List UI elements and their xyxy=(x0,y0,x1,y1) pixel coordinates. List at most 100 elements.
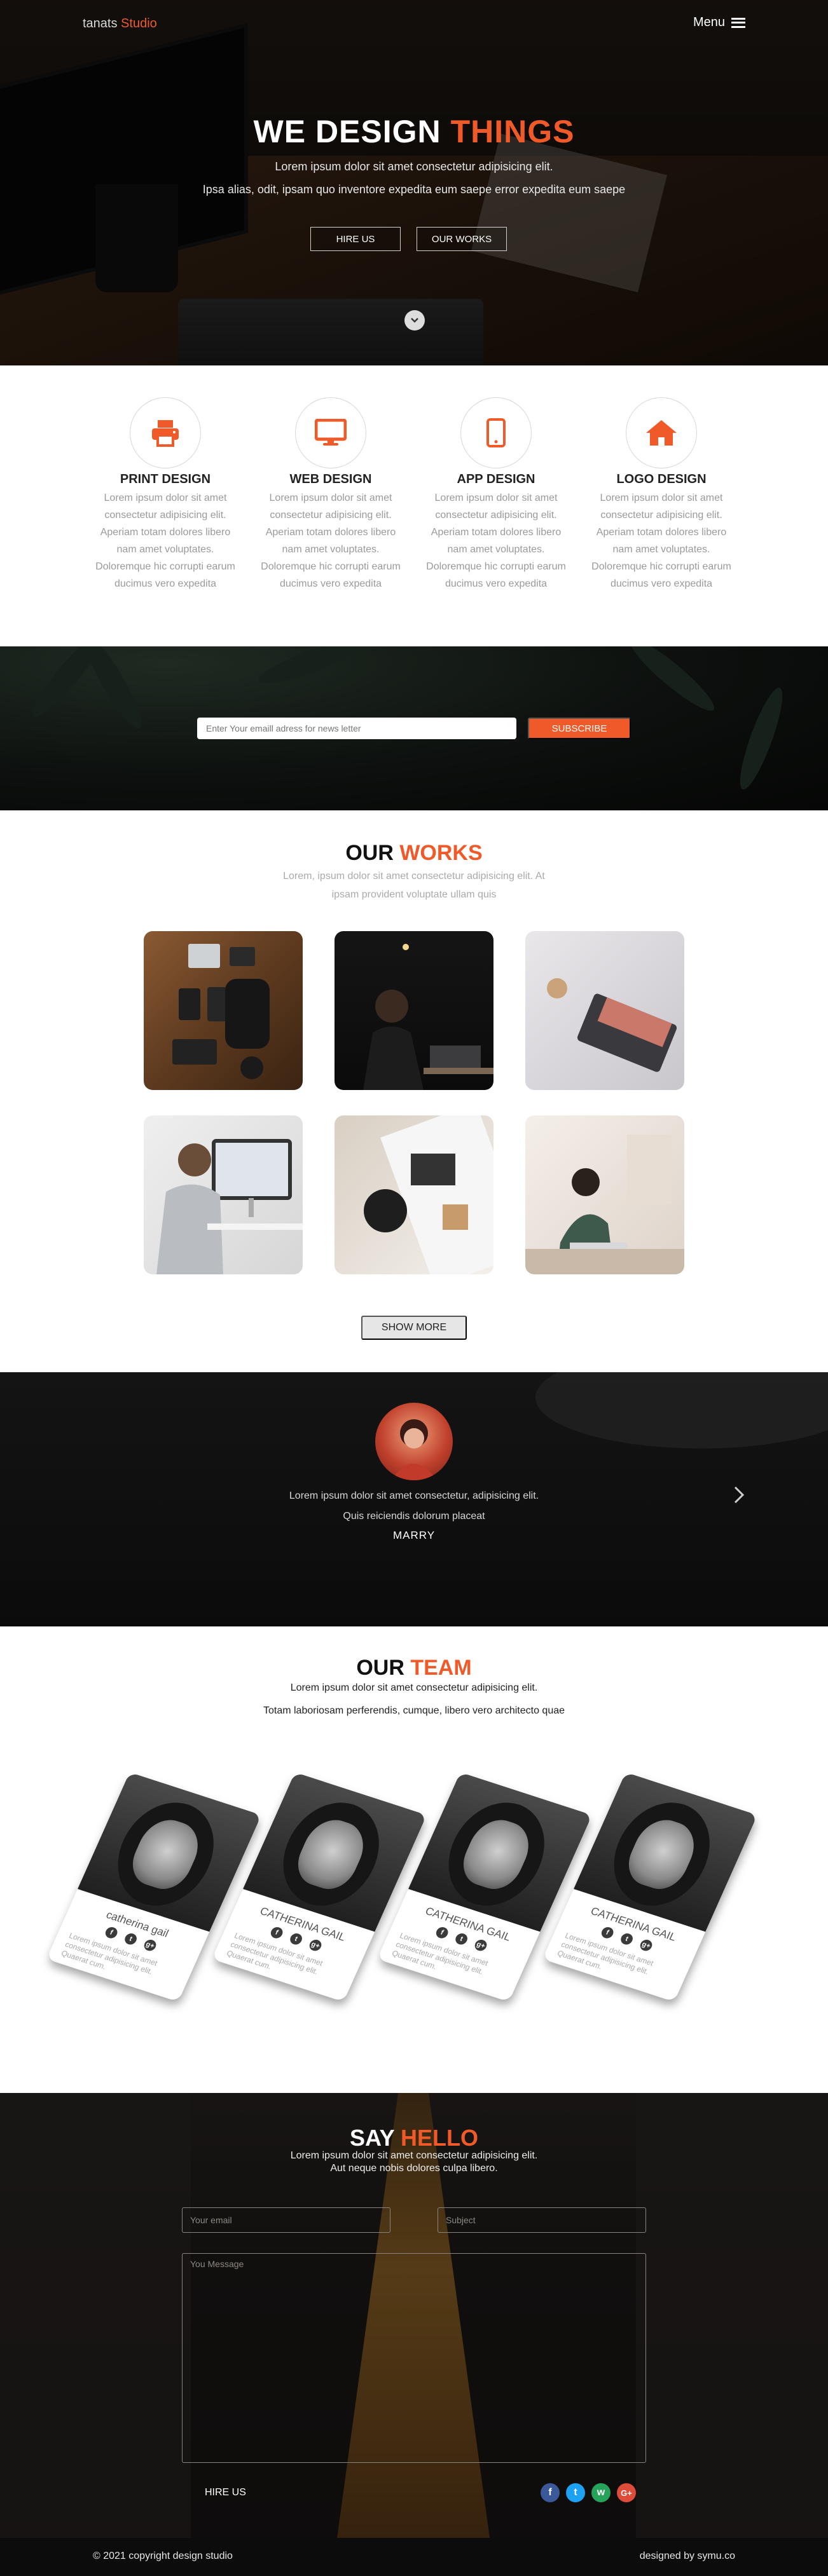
twitter-icon[interactable]: t xyxy=(566,2483,585,2502)
service-text: Lorem ipsum dolor sit amet consectetur a… xyxy=(426,493,566,589)
service-title: WEB DESIGN xyxy=(289,472,372,486)
works-subtitle-line2: ipsam provident voluptate ullam quis xyxy=(331,889,497,900)
google-plus-icon[interactable]: g+ xyxy=(638,1938,654,1952)
works-title: OUR WORKS xyxy=(0,841,828,866)
service-icon-circle xyxy=(130,397,201,468)
service-icon-circle xyxy=(295,397,366,468)
footer: © 2021 copyright design studio designed … xyxy=(0,2538,828,2576)
background-leaf xyxy=(623,646,721,718)
menu-button[interactable]: Menu xyxy=(693,15,745,30)
works-title-orange: WORKS xyxy=(399,841,483,865)
facebook-icon[interactable]: f xyxy=(599,1925,616,1940)
work-thumbnail-bed-laptop[interactable] xyxy=(525,931,684,1090)
google-plus-icon[interactable]: g+ xyxy=(473,1938,489,1952)
facebook-icon[interactable]: f xyxy=(434,1925,450,1940)
testimonial-avatar xyxy=(375,1403,453,1480)
contact-title-orange: HELLO xyxy=(401,2125,479,2151)
work-thumbnail-woman-laptop[interactable] xyxy=(335,931,493,1090)
work-thumbnail-woman-sofa[interactable] xyxy=(525,1115,684,1274)
testimonial-section: Lorem ipsum dolor sit amet consectetur, … xyxy=(0,1372,828,1626)
testimonial-quote-line1: Lorem ipsum dolor sit amet consectetur, … xyxy=(289,1490,539,1501)
hamburger-icon xyxy=(731,17,745,28)
team-card[interactable]: CATHERINA GAIL f t g+ Lorem ipsum dolor … xyxy=(376,1772,593,2002)
menu-label: Menu xyxy=(693,15,725,29)
brand-logo[interactable]: tanats Studio xyxy=(83,17,157,31)
whatsapp-icon[interactable]: w xyxy=(591,2483,611,2502)
service-logo-design: LOGO DESIGN Lorem ipsum dolor sit amet c… xyxy=(588,397,735,592)
subject-field[interactable] xyxy=(438,2207,646,2233)
social-links: f t w G+ xyxy=(541,2483,636,2502)
subscribe-button[interactable]: SUBSCRIBE xyxy=(528,718,631,739)
team-card[interactable]: catherina gail f t g+ Lorem ipsum dolor … xyxy=(46,1772,262,2002)
background-texture xyxy=(535,1372,828,1448)
copyright-text: © 2021 copyright design studio xyxy=(93,2551,233,2561)
chevron-right-icon[interactable] xyxy=(731,1482,747,1508)
newsletter-section: SUBSCRIBE xyxy=(0,646,828,810)
hire-us-button[interactable]: HIRE US xyxy=(310,227,401,251)
google-plus-icon[interactable]: G+ xyxy=(617,2483,636,2502)
service-print-design: PRINT DESIGN Lorem ipsum dolor sit amet … xyxy=(92,397,238,592)
brand-name: tanats xyxy=(83,17,118,31)
testimonial-author: MARRY xyxy=(392,1529,436,1541)
service-web-design: WEB DESIGN Lorem ipsum dolor sit amet co… xyxy=(258,397,404,592)
hero-title-orange: THINGS xyxy=(450,114,575,149)
services-section: PRINT DESIGN Lorem ipsum dolor sit amet … xyxy=(0,365,828,646)
chevron-down-icon xyxy=(411,318,418,323)
hero-subtitle-line1: Lorem ipsum dolor sit amet consectetur a… xyxy=(275,160,553,173)
work-image-woman-sofa xyxy=(525,1135,684,1274)
our-works-button[interactable]: OUR WORKS xyxy=(417,227,507,251)
team-subtitle-line1: Lorem ipsum dolor sit amet consectetur a… xyxy=(290,1682,538,1693)
work-thumbnail-top-down-desk[interactable] xyxy=(335,1115,493,1274)
google-plus-icon[interactable]: g+ xyxy=(307,1938,324,1952)
facebook-icon[interactable]: f xyxy=(268,1925,285,1940)
twitter-icon[interactable]: t xyxy=(288,1932,304,1946)
designer-credit[interactable]: designed by symu.co xyxy=(640,2551,735,2562)
work-image-man-desk xyxy=(156,1139,303,1274)
works-subtitle-line1: Lorem, ipsum dolor sit amet consectetur … xyxy=(283,871,545,882)
facebook-icon[interactable]: f xyxy=(541,2483,560,2502)
twitter-icon[interactable]: t xyxy=(123,1932,139,1946)
team-title: OUR TEAM xyxy=(0,1656,828,1680)
background-leaf xyxy=(732,684,790,793)
work-image-bed-laptop xyxy=(547,978,677,1072)
printer-icon xyxy=(152,420,179,447)
scroll-down-button[interactable] xyxy=(404,310,425,331)
hero-subtitle-line2: Ipsa alias, odit, ipsam quo inventore ex… xyxy=(202,183,626,196)
team-section: OUR TEAM Lorem ipsum dolor sit amet cons… xyxy=(0,1626,828,2093)
show-more-button[interactable]: SHOW MORE xyxy=(361,1316,467,1340)
email-field[interactable] xyxy=(182,2207,390,2233)
hero-title: WE DESIGN THINGS xyxy=(0,113,828,150)
service-icon-circle xyxy=(460,397,532,468)
team-title-dark: OUR xyxy=(356,1656,404,1680)
work-thumbnail-man-desk[interactable] xyxy=(144,1115,303,1274)
work-image-top-down-desk xyxy=(364,1115,493,1274)
service-title: LOGO DESIGN xyxy=(616,472,707,486)
service-text: Lorem ipsum dolor sit amet consectetur a… xyxy=(591,493,731,589)
work-thumbnail-gear[interactable] xyxy=(144,931,303,1090)
works-title-dark: OUR xyxy=(345,841,394,865)
twitter-icon[interactable]: t xyxy=(619,1932,635,1946)
hero-title-white: WE DESIGN xyxy=(253,114,441,149)
work-image-flatlay xyxy=(172,944,270,1079)
service-app-design: APP DESIGN Lorem ipsum dolor sit amet co… xyxy=(423,397,569,592)
team-card[interactable]: CATHERINA GAIL f t g+ Lorem ipsum dolor … xyxy=(211,1772,427,2002)
team-subtitle-line2: Totam laboriosam perferendis, cumque, li… xyxy=(263,1705,565,1716)
work-image-woman-laptop xyxy=(363,944,493,1090)
works-section: OUR WORKS Lorem, ipsum dolor sit amet co… xyxy=(0,810,828,1372)
facebook-icon[interactable]: f xyxy=(103,1925,120,1940)
service-text: Lorem ipsum dolor sit amet consectetur a… xyxy=(95,493,235,589)
contact-title-white: SAY xyxy=(349,2125,395,2151)
message-field[interactable] xyxy=(182,2253,646,2463)
hire-us-link[interactable]: HIRE US xyxy=(205,2487,246,2498)
brand-studio: Studio xyxy=(121,17,157,31)
google-plus-icon[interactable]: g+ xyxy=(142,1938,158,1952)
contact-title: SAY HELLO xyxy=(0,2125,828,2151)
twitter-icon[interactable]: t xyxy=(453,1932,469,1946)
contact-section: SAY HELLO Lorem ipsum dolor sit amet con… xyxy=(0,2093,828,2538)
team-title-orange: TEAM xyxy=(410,1656,472,1680)
service-title: PRINT DESIGN xyxy=(120,472,211,486)
home-icon xyxy=(646,420,677,446)
newsletter-email-input[interactable] xyxy=(197,718,516,739)
service-icon-circle xyxy=(626,397,697,468)
team-card[interactable]: CATHERINA GAIL f t g+ Lorem ipsum dolor … xyxy=(542,1772,758,2002)
